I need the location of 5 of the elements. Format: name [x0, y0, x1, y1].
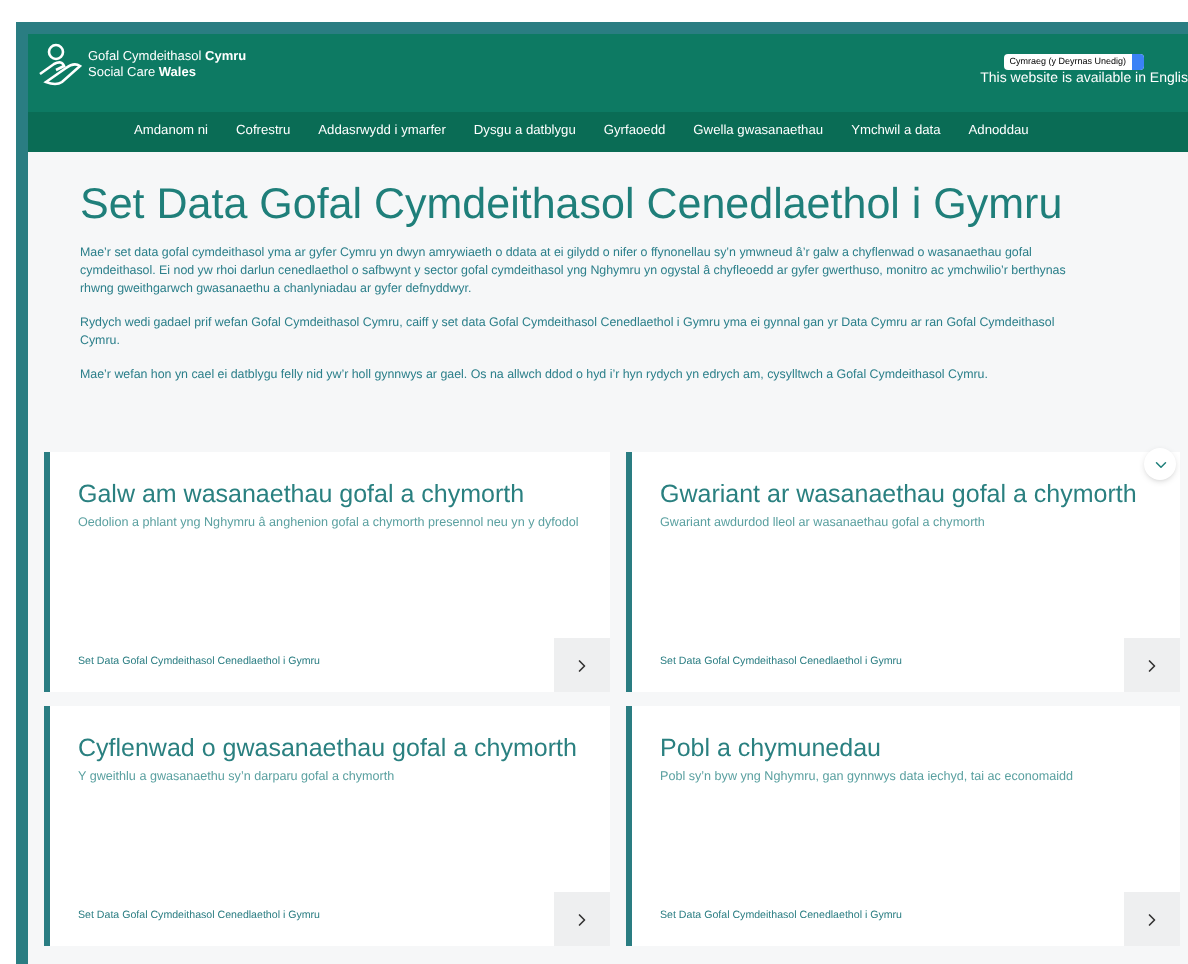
card-title: Galw am wasanaethau gofal a chymorth	[78, 480, 527, 510]
card-title: Gwariant ar wasanaethau gofal a chymorth	[660, 480, 1139, 510]
card-title: Pobl a chymunedau	[660, 734, 883, 764]
page-title: Set Data Gofal Cymdeithasol Cenedlaethol i Gymru	[80, 178, 1063, 232]
card-title: Cyflenwad o gwasanaethau gofal a chymorth	[78, 734, 579, 764]
